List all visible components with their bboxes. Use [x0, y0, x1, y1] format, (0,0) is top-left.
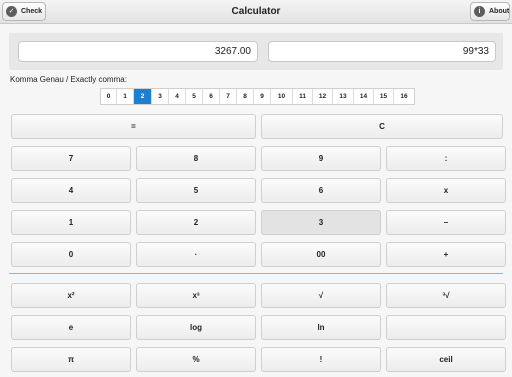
minus-button[interactable]: –	[386, 210, 506, 235]
digit-2-button[interactable]: 2	[136, 210, 256, 235]
ln-button[interactable]: ln	[261, 315, 381, 340]
comma-option-9[interactable]: 9	[254, 89, 271, 104]
comma-option-7[interactable]: 7	[220, 89, 237, 104]
comma-option-16[interactable]: 16	[394, 89, 414, 104]
comma-option-13[interactable]: 13	[333, 89, 354, 104]
comma-option-1[interactable]: 1	[117, 89, 134, 104]
title-bar: ✓ Check Calculator i About	[0, 0, 512, 24]
digit-4-button[interactable]: 4	[11, 178, 131, 203]
divide-button[interactable]: :	[386, 146, 506, 171]
equals-button[interactable]: =	[11, 114, 256, 139]
factorial-button[interactable]: !	[261, 347, 381, 372]
comma-option-4[interactable]: 4	[169, 89, 186, 104]
digit-00-button[interactable]: 00	[261, 242, 381, 267]
comma-option-14[interactable]: 14	[354, 89, 374, 104]
digit-1-button[interactable]: 1	[11, 210, 131, 235]
comma-option-15[interactable]: 15	[374, 89, 394, 104]
digit-9-button[interactable]: 9	[261, 146, 381, 171]
result-field[interactable]: 3267.00	[18, 41, 258, 62]
comma-option-5[interactable]: 5	[186, 89, 203, 104]
clear-button[interactable]: C	[261, 114, 503, 139]
display-panel: 3267.00 99*33	[9, 33, 503, 70]
plus-button[interactable]: +	[386, 242, 506, 267]
comma-precision-selector: 0 1 2 3 4 5 6 7 8 9 10 11 12 13 14 15 16	[100, 88, 415, 105]
separator	[9, 273, 503, 274]
digit-0-button[interactable]: 0	[11, 242, 131, 267]
comma-option-11[interactable]: 11	[293, 89, 313, 104]
comma-precision-label: Komma Genau / Exactly comma:	[10, 75, 127, 84]
euler-button[interactable]: e	[11, 315, 131, 340]
info-icon: i	[474, 6, 485, 17]
percent-button[interactable]: %	[136, 347, 256, 372]
log-button[interactable]: log	[136, 315, 256, 340]
cube-button[interactable]: x³	[136, 283, 256, 308]
decimal-point-button[interactable]: ·	[136, 242, 256, 267]
comma-option-3[interactable]: 3	[152, 89, 169, 104]
pi-button[interactable]: π	[11, 347, 131, 372]
ceil-button[interactable]: ceil	[386, 347, 506, 372]
comma-option-0[interactable]: 0	[101, 89, 117, 104]
comma-option-2[interactable]: 2	[134, 89, 152, 104]
comma-option-10[interactable]: 10	[271, 89, 293, 104]
digit-8-button[interactable]: 8	[136, 146, 256, 171]
comma-option-6[interactable]: 6	[203, 89, 220, 104]
digit-5-button[interactable]: 5	[136, 178, 256, 203]
cube-root-button[interactable]: ³√	[386, 283, 506, 308]
digit-7-button[interactable]: 7	[11, 146, 131, 171]
square-button[interactable]: x²	[11, 283, 131, 308]
comma-option-8[interactable]: 8	[237, 89, 254, 104]
about-button[interactable]: i About	[470, 2, 510, 21]
multiply-button[interactable]: x	[386, 178, 506, 203]
digit-6-button[interactable]: 6	[261, 178, 381, 203]
expression-field[interactable]: 99*33	[268, 41, 496, 62]
digit-3-button[interactable]: 3	[261, 210, 381, 235]
square-root-button[interactable]: √	[261, 283, 381, 308]
comma-option-12[interactable]: 12	[313, 89, 333, 104]
blank-button[interactable]	[386, 315, 506, 340]
about-button-label: About	[489, 8, 510, 15]
page-title: Calculator	[231, 6, 281, 17]
